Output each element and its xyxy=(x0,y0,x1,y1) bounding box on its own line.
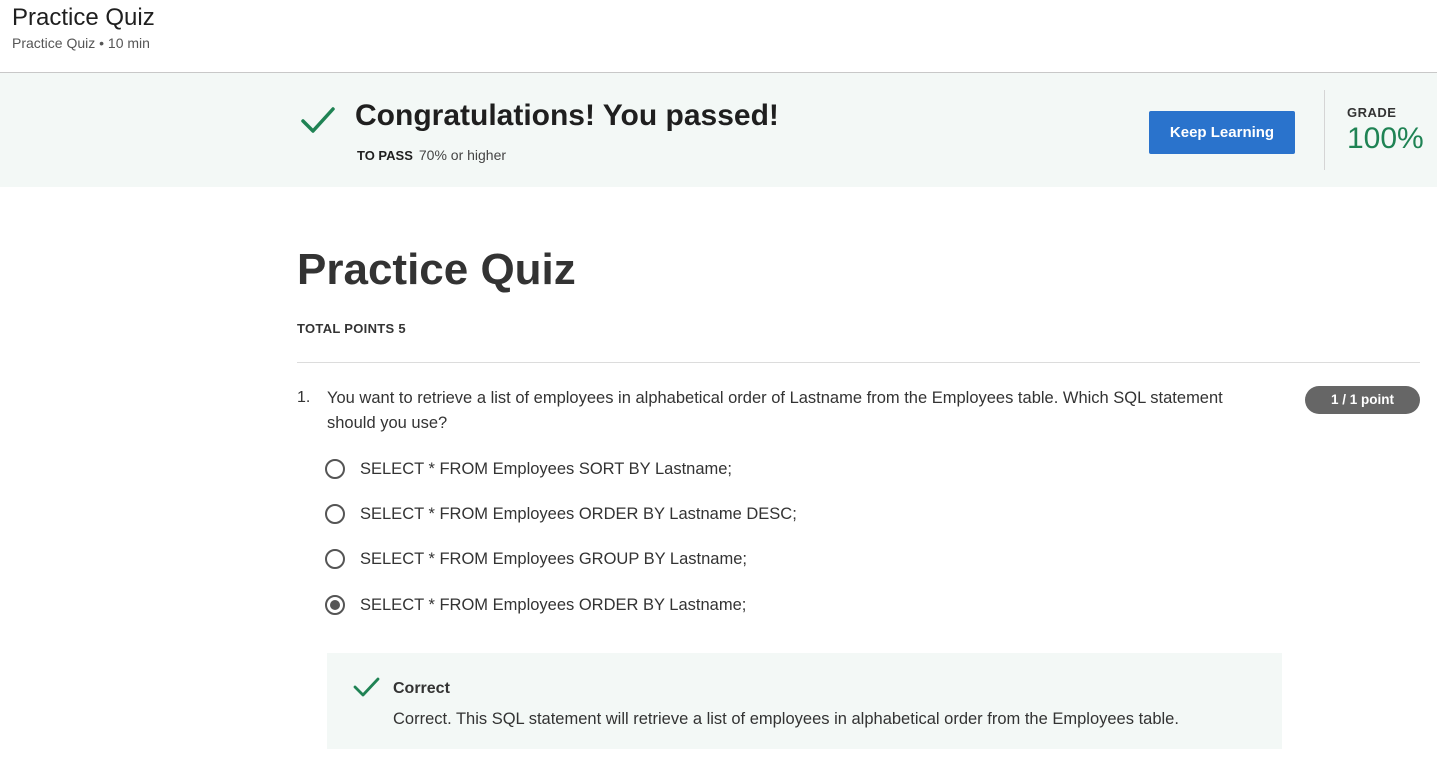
header-title: Practice Quiz xyxy=(12,4,155,31)
feedback-box xyxy=(327,653,1282,749)
question-number: 1. xyxy=(297,389,311,406)
pass-value: 70% or higher xyxy=(418,147,507,163)
total-points: TOTAL POINTS 5 xyxy=(297,321,406,336)
passed-message: Congratulations! You passed! xyxy=(355,99,779,132)
pass-requirement: TO PASS 70% or higher xyxy=(357,147,506,163)
points-badge: 1 / 1 point xyxy=(1305,386,1420,414)
grade-label: GRADE xyxy=(1347,105,1397,120)
option-label: SELECT * FROM Employees SORT BY Lastname… xyxy=(360,459,733,478)
feedback-text: Correct. This SQL statement will retriev… xyxy=(393,710,1179,728)
pass-label: TO PASS xyxy=(357,148,413,163)
grade-value: 100% xyxy=(1347,122,1424,155)
grade-divider xyxy=(1324,90,1325,170)
radio-button[interactable] xyxy=(325,504,345,524)
option-label: SELECT * FROM Employees ORDER BY Lastnam… xyxy=(360,504,797,523)
page-header: Practice Quiz Practice Quiz • 10 min xyxy=(0,0,1437,73)
answer-option[interactable]: SELECT * FROM Employees GROUP BY Lastnam… xyxy=(325,545,747,573)
answer-option[interactable]: SELECT * FROM Employees SORT BY Lastname… xyxy=(325,455,732,483)
feedback-title: Correct xyxy=(393,680,450,697)
option-label: SELECT * FROM Employees GROUP BY Lastnam… xyxy=(360,549,747,568)
keep-learning-button[interactable]: Keep Learning xyxy=(1149,111,1295,154)
header-subtitle: Practice Quiz • 10 min xyxy=(12,35,150,51)
answer-option-selected[interactable]: SELECT * FROM Employees ORDER BY Lastnam… xyxy=(325,591,746,619)
section-divider xyxy=(297,362,1420,363)
option-label: SELECT * FROM Employees ORDER BY Lastnam… xyxy=(360,595,747,614)
radio-button[interactable] xyxy=(325,549,345,569)
radio-button-selected[interactable] xyxy=(325,595,345,615)
quiz-title: Practice Quiz xyxy=(297,245,576,294)
radio-button[interactable] xyxy=(325,459,345,479)
question-text: You want to retrieve a list of employees… xyxy=(327,389,1223,432)
checkmark-icon xyxy=(353,677,380,697)
checkmark-icon xyxy=(301,107,335,133)
answer-option[interactable]: SELECT * FROM Employees ORDER BY Lastnam… xyxy=(325,500,797,528)
